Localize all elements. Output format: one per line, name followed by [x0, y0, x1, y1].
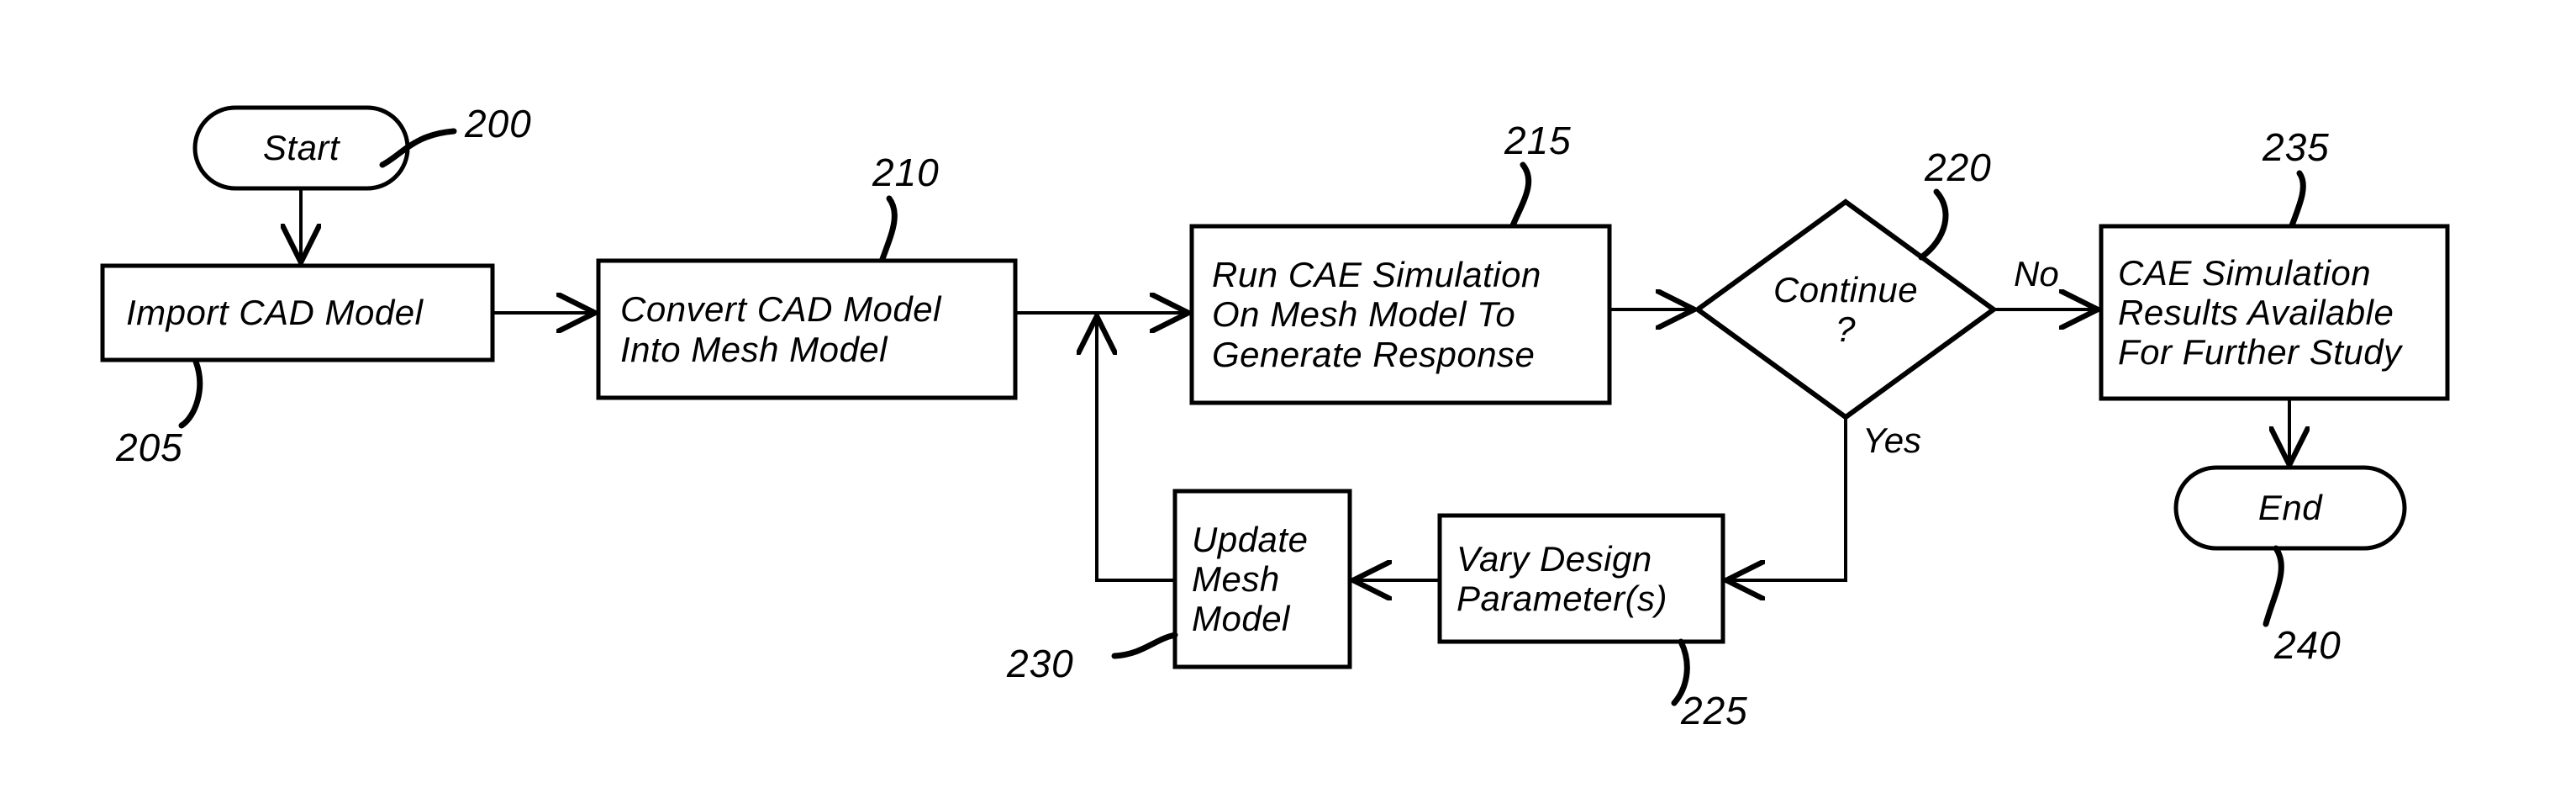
- start-terminal-shape: [192, 105, 410, 191]
- ref-numeral-230: 230: [1007, 642, 1074, 685]
- edge-label-yes: Yes: [1862, 420, 1922, 460]
- end-terminal-shape: [2173, 465, 2407, 551]
- leader-line-210: [879, 195, 898, 262]
- vary-design-box-shape: [1437, 513, 1725, 644]
- ref-numeral-235: 235: [2263, 125, 2330, 169]
- ref-numeral-215: 215: [1504, 119, 1572, 162]
- leader-line-220: [1918, 188, 1949, 261]
- continue-decision-shape: [1693, 198, 1999, 420]
- ref-numeral-205: 205: [116, 426, 183, 469]
- leader-line-230: [1111, 632, 1178, 659]
- run-cae-box-shape: [1189, 224, 1612, 405]
- leader-line-215: [1509, 161, 1532, 229]
- flowchart-canvas: Results --> Vary Design Parameter(s) -->: [100, 105, 2450, 706]
- leader-line-235: [2289, 170, 2306, 229]
- ref-numeral-240: 240: [2274, 623, 2342, 667]
- leader-line-240: [2263, 545, 2284, 627]
- ref-numeral-210: 210: [872, 151, 940, 194]
- edge-label-no: No: [2014, 254, 2059, 293]
- ref-numeral-220: 220: [1925, 145, 1992, 189]
- results-box-shape: [2099, 224, 2450, 401]
- connector-update-feedback-loop: [1097, 318, 1175, 582]
- connector-decision-yes-to-vary: [1728, 417, 1847, 580]
- import-cad-box-shape: [100, 263, 495, 362]
- update-mesh-box-shape: [1172, 489, 1352, 669]
- leader-line-205: [178, 358, 203, 429]
- patent-flowchart-figure: Results --> Vary Design Parameter(s) -->…: [0, 0, 2576, 809]
- ref-numeral-200: 200: [465, 102, 532, 145]
- convert-cad-box-shape: [596, 258, 1018, 400]
- ref-numeral-225: 225: [1681, 689, 1748, 732]
